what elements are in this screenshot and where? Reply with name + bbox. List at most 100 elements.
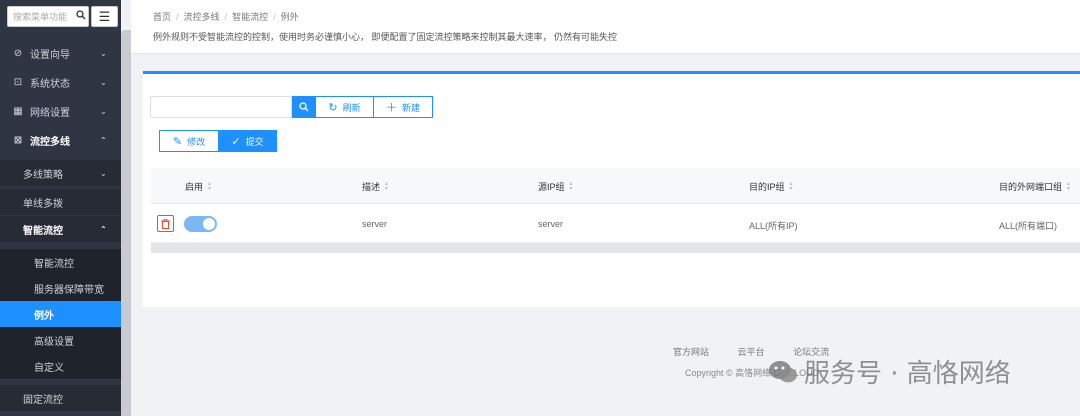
sidebar-subitem-single-line-multidial[interactable]: 单线多拨 xyxy=(0,189,121,215)
table-horizontal-scrollbar[interactable] xyxy=(151,243,1080,253)
sidebar-item-flow-control[interactable]: ⊠ 流控多线 ⌃ xyxy=(0,126,121,155)
search-icon xyxy=(298,102,308,112)
column-header-enabled[interactable]: 启用 ▲ ▼ xyxy=(185,180,212,193)
breadcrumb: 首页 / 流控多线 / 智能流控 / 例外 xyxy=(153,10,299,23)
breadcrumb-separator: / xyxy=(176,12,179,22)
chevron-down-icon: ⌄ xyxy=(100,107,107,116)
breadcrumb-home[interactable]: 首页 xyxy=(153,12,171,22)
page-notice: 例外规则不受智能流控的控制，使用时务必谨慎小心， 即便配置了固定流控策略来控制其… xyxy=(153,32,618,42)
sidebar-leaf-label: 自定义 xyxy=(34,362,64,374)
sidebar-leaf-exceptions[interactable]: 例外 xyxy=(0,301,121,327)
compass-icon: ⊘ xyxy=(13,48,23,59)
sidebar-leaf-server-bandwidth[interactable]: 服务器保障带宽 xyxy=(0,275,121,301)
sidebar-item-label: 系统状态 xyxy=(30,79,70,90)
sidebar-subitem-label: 固定流控 xyxy=(23,394,63,406)
refresh-icon: ↻ xyxy=(328,101,338,114)
sort-icon[interactable]: ▲ ▼ xyxy=(1066,181,1071,192)
sidebar-item-label: 网络设置 xyxy=(30,108,70,119)
table-row[interactable]: server server ALL(所有IP) ALL(所有端口) xyxy=(151,205,1080,243)
chevron-down-icon: ⌄ xyxy=(100,78,107,87)
filter-input[interactable] xyxy=(150,96,292,118)
plus-icon: ＋ xyxy=(385,102,397,114)
new-button[interactable]: ＋ 新建 xyxy=(373,96,433,118)
sidebar-subitem-label: 智能流控 xyxy=(23,225,63,237)
footer-link-official-site[interactable]: 官方网站 xyxy=(673,347,709,357)
sidebar-scrollbar[interactable] xyxy=(121,30,131,416)
network-icon: ▦ xyxy=(13,106,23,117)
sidebar-subitem-multiline-policy[interactable]: 多线策略 ⌄ xyxy=(0,160,121,186)
sidebar-item-system-status[interactable]: ⊡ 系统状态 ⌄ xyxy=(0,68,121,97)
chevron-down-icon: ⌄ xyxy=(100,49,107,58)
refresh-label: 刷新 xyxy=(342,102,361,113)
sidebar-leaf-label: 服务器保障带宽 xyxy=(34,284,104,296)
search-icon[interactable] xyxy=(74,10,88,23)
filter-search-button[interactable] xyxy=(292,96,315,118)
sidebar-item-network-settings[interactable]: ▦ 网络设置 ⌄ xyxy=(0,97,121,126)
column-header-description[interactable]: 描述 ▲ ▼ xyxy=(362,180,389,193)
footer-link-cloud[interactable]: 云平台 xyxy=(738,347,765,357)
breadcrumb-separator: / xyxy=(273,12,276,22)
sidebar: 搜索菜单功能 ☰ ⊘ 设置向导 ⌄ ⊡ 系统状态 ⌄ ▦ 网络设置 ⌄ ⊠ 流控… xyxy=(0,0,121,416)
sidebar-leaf-label: 高级设置 xyxy=(34,336,74,348)
sidebar-leaf-label: 例外 xyxy=(34,310,54,322)
submit-button[interactable]: ✓ 提交 xyxy=(218,130,277,152)
delete-button[interactable] xyxy=(157,215,174,232)
edit-button[interactable]: ✎ 修改 xyxy=(159,130,219,152)
sidebar-subitem-fixed-flow[interactable]: 固定流控 xyxy=(0,385,121,411)
new-label: 新建 xyxy=(401,102,420,113)
edit-icon: ✎ xyxy=(172,135,183,148)
sidebar-item-label: 设置向导 xyxy=(30,50,70,61)
sort-icon[interactable]: ▲ ▼ xyxy=(569,181,574,192)
chevron-up-icon: ⌃ xyxy=(100,136,107,145)
cell-dest-ip: ALL(所有IP) xyxy=(749,221,798,231)
check-icon: ✓ xyxy=(231,135,241,148)
sort-icon[interactable]: ▲ ▼ xyxy=(384,181,389,192)
menu-toggle-button[interactable]: ☰ xyxy=(91,6,118,27)
sidebar-leaf-custom[interactable]: 自定义 xyxy=(0,353,121,379)
column-label: 目的外网端口组 xyxy=(999,182,1063,192)
column-label: 目的IP组 xyxy=(749,182,785,192)
column-header-dest-ip[interactable]: 目的IP组 ▲ ▼ xyxy=(749,180,793,193)
edit-label: 修改 xyxy=(187,136,206,147)
sidebar-leaf-smart-flow[interactable]: 智能流控 xyxy=(0,249,121,275)
column-header-source-ip[interactable]: 源IP组 ▲ ▼ xyxy=(538,180,573,193)
cell-source-ip: server xyxy=(538,219,564,229)
submit-label: 提交 xyxy=(245,136,264,147)
trash-icon xyxy=(161,218,170,229)
breadcrumb-separator: / xyxy=(224,12,228,22)
watermark-text: 服务号 · 高恪网络 xyxy=(804,359,1011,389)
sidebar-subitem-smart-flow[interactable]: 智能流控 ⌃ xyxy=(0,216,121,242)
table-header: 启用 ▲ ▼ 描述 ▲ ▼ 源IP组 ▲ ▼ 目的IP组 ▲ ▼ 目的外网端口组 ▲ ▼ xyxy=(151,168,1080,204)
cell-description: server xyxy=(362,219,388,229)
sidebar-subitem-label: 多线策略 xyxy=(23,169,63,181)
sidebar-subitem-label: 单线多拨 xyxy=(23,198,63,210)
column-header-dest-port[interactable]: 目的外网端口组 ▲ ▼ xyxy=(999,180,1071,193)
enabled-toggle[interactable] xyxy=(184,216,217,232)
breadcrumb-flow-multiline[interactable]: 流控多线 xyxy=(184,12,220,22)
chevron-up-icon: ⌃ xyxy=(100,224,107,234)
page-header: 首页 / 流控多线 / 智能流控 / 例外 例外规则不受智能流控的控制，使用时务必谨慎小心，… xyxy=(131,0,1080,54)
breadcrumb-smart-flow[interactable]: 智能流控 xyxy=(232,12,268,22)
cell-dest-port: ALL(所有端口) xyxy=(999,221,1058,231)
wechat-icon xyxy=(769,360,797,382)
sort-icon[interactable]: ▲ ▼ xyxy=(207,181,212,192)
column-label: 源IP组 xyxy=(538,182,565,192)
menu-search-placeholder: 搜索菜单功能 xyxy=(13,12,68,22)
chart-icon: ⊡ xyxy=(13,77,23,88)
menu-search-input[interactable]: 搜索菜单功能 xyxy=(7,6,89,27)
sort-icon[interactable]: ▲ ▼ xyxy=(789,181,794,192)
chevron-down-icon: ⌄ xyxy=(100,168,107,178)
content-card: ↻ 刷新 ＋ 新建 ✎ 修改 ✓ 提交 启用 ▲ ▼ 描述 ▲ ▼ 源IP组 ▲ ▼ 目的I… xyxy=(143,71,1080,307)
breadcrumb-current: 例外 xyxy=(280,12,299,22)
sidebar-leaf-advanced-settings[interactable]: 高级设置 xyxy=(0,327,121,353)
sidebar-leaf-label: 智能流控 xyxy=(34,258,74,270)
watermark: 服务号 · 高恪网络 xyxy=(768,353,1011,390)
column-label: 描述 xyxy=(362,182,381,192)
sidebar-item-label: 流控多线 xyxy=(30,137,70,148)
toggle-knob xyxy=(203,218,215,230)
sidebar-item-setup-wizard[interactable]: ⊘ 设置向导 ⌄ xyxy=(0,39,121,68)
flow-icon: ⊠ xyxy=(13,135,23,146)
hamburger-icon: ☰ xyxy=(98,8,111,24)
column-label: 启用 xyxy=(185,182,204,192)
refresh-button[interactable]: ↻ 刷新 xyxy=(315,96,374,118)
